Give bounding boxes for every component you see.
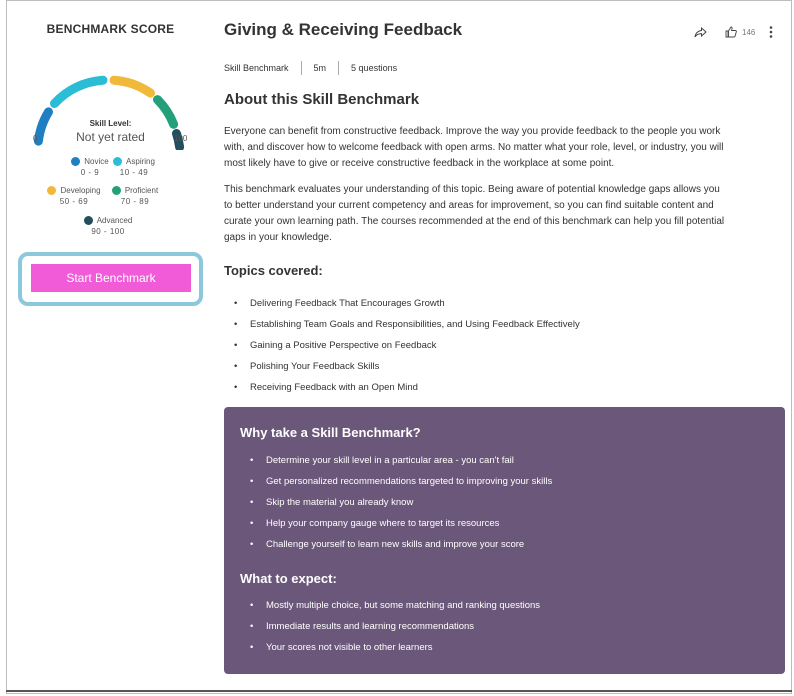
main-content: Giving & Receiving Feedback 146 Skill Be… bbox=[224, 0, 786, 690]
list-item: Polishing Your Feedback Skills bbox=[224, 356, 580, 377]
list-item: Delivering Feedback That Encourages Grow… bbox=[224, 293, 580, 314]
about-heading: About this Skill Benchmark bbox=[224, 91, 420, 108]
expect-heading: What to expect: bbox=[240, 571, 337, 586]
advanced-dot bbox=[83, 216, 93, 225]
list-item: Challenge yourself to learn new skills a… bbox=[240, 534, 552, 555]
more-options-icon[interactable] bbox=[769, 26, 773, 38]
page-title: Giving & Receiving Feedback bbox=[224, 20, 463, 39]
start-benchmark-button[interactable]: Start Benchmark bbox=[31, 264, 191, 292]
list-item: Gaining a Positive Perspective on Feedba… bbox=[224, 335, 580, 356]
why-benchmark-panel: Why take a Skill Benchmark? Determine yo… bbox=[224, 407, 785, 674]
list-item: Determine your skill level in a particul… bbox=[240, 450, 552, 471]
list-item: Your scores not visible to other learner… bbox=[240, 637, 540, 658]
like-icon[interactable] bbox=[725, 26, 737, 38]
benchmark-score-title: BENCHMARK SCORE bbox=[46, 22, 175, 36]
legend-proficient: Proficient 70 - 89 bbox=[100, 186, 170, 206]
gauge-segment-aspiring bbox=[50, 75, 108, 108]
proficient-dot bbox=[111, 186, 121, 195]
skill-level-value: Not yet rated bbox=[76, 130, 145, 144]
list-item: Skip the material you already know bbox=[240, 492, 552, 513]
novice-dot bbox=[71, 157, 81, 166]
why-list: Determine your skill level in a particul… bbox=[240, 450, 552, 555]
list-item: Establishing Team Goals and Responsibili… bbox=[224, 314, 580, 335]
title-toolbar: 146 bbox=[694, 26, 773, 38]
meta-duration: 5m bbox=[313, 63, 327, 73]
share-icon[interactable] bbox=[694, 26, 707, 38]
meta-questions: 5 questions bbox=[351, 63, 398, 73]
meta-divider bbox=[300, 61, 302, 75]
meta-type: Skill Benchmark bbox=[224, 63, 289, 73]
why-heading: Why take a Skill Benchmark? bbox=[240, 425, 421, 440]
legend-developing: Developing 50 - 69 bbox=[39, 186, 109, 206]
topics-heading: Topics covered: bbox=[224, 263, 323, 278]
gauge-segment-developing bbox=[109, 75, 155, 98]
benchmark-meta: Skill Benchmark 5m 5 questions bbox=[224, 61, 397, 75]
topics-list: Delivering Feedback That Encourages Grow… bbox=[224, 293, 580, 398]
legend-advanced: Advanced 90 - 100 bbox=[73, 216, 143, 236]
likes-count: 146 bbox=[742, 27, 756, 37]
about-paragraph-1: Everyone can benefit from constructive f… bbox=[224, 126, 724, 169]
start-benchmark-highlight: Start Benchmark bbox=[18, 252, 203, 306]
about-paragraph-2: This benchmark evaluates your understand… bbox=[224, 184, 725, 243]
bottom-divider bbox=[6, 690, 792, 692]
legend-aspiring: Aspiring 10 - 49 bbox=[99, 157, 169, 177]
aspiring-dot bbox=[113, 157, 123, 166]
list-item: Get personalized recommendations targete… bbox=[240, 471, 552, 492]
list-item: Receiving Feedback with an Open Mind bbox=[224, 377, 580, 398]
developing-dot bbox=[47, 186, 57, 195]
list-item: Immediate results and learning recommend… bbox=[240, 616, 540, 637]
list-item: Help your company gauge where to target … bbox=[240, 513, 552, 534]
list-item: Mostly multiple choice, but some matchin… bbox=[240, 595, 540, 616]
meta-divider bbox=[338, 61, 340, 75]
skill-level-label: Skill Level: bbox=[89, 119, 132, 128]
expect-list: Mostly multiple choice, but some matchin… bbox=[240, 595, 540, 658]
